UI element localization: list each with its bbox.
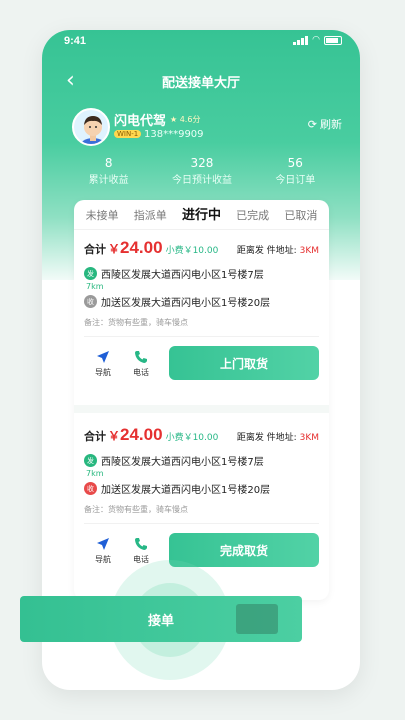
tab-cancelled[interactable]: 已取消 — [284, 207, 317, 229]
refresh-icon: ⟳ — [307, 117, 317, 131]
navigate-label: 导航 — [95, 554, 111, 564]
stat-value: 8 — [104, 156, 113, 170]
call-button[interactable]: 电话 — [122, 349, 160, 378]
user-rating: ★ 4.6分 — [170, 115, 201, 124]
route-km: 7km — [86, 282, 104, 291]
page-title: 配送接单大厅 — [161, 76, 240, 91]
battery-icon — [324, 36, 342, 45]
order-card: 合计 ￥ 24.00 小费￥10.00 距离发 件地址: 3KM 发 西陵区发展… — [74, 405, 329, 578]
order-price-row: 合计 ￥ 24.00 小费￥10.00 距离发 件地址: 3KM — [84, 425, 319, 445]
order-note: 备注：货物有些重，骑车慢点 — [84, 504, 319, 524]
stat-label: 今日订单 — [275, 175, 316, 186]
refresh-button[interactable]: ⟳ 刷新 — [308, 116, 342, 132]
dropoff-tag-icon: 收 — [84, 482, 97, 495]
order-tabs: 未接单 指派单 进行中 已完成 已取消 — [74, 200, 329, 230]
distance-label: 距离发 件地址: — [236, 433, 297, 443]
status-bar: 9:41 ◠ — [42, 30, 360, 52]
tab-unaccepted[interactable]: 未接单 — [86, 207, 119, 229]
navigate-button[interactable]: 导航 — [84, 536, 122, 565]
order-tip: 小费￥10.00 — [165, 246, 219, 256]
dropoff-address: 收 加送区发展大道西闪电小区1号楼20层 — [84, 481, 319, 496]
status-time: 9:41 — [64, 35, 87, 47]
order-amount: 24.00 — [120, 238, 163, 257]
refresh-label: 刷新 — [320, 118, 342, 131]
currency-symbol: ￥ — [108, 242, 121, 256]
user-phone: 138***9909 — [144, 129, 204, 140]
order-note: 备注：货物有些重，骑车慢点 — [84, 317, 319, 337]
total-label: 合计 — [84, 430, 106, 443]
distance-value: 3KM — [299, 433, 319, 443]
pickup-address: 发 西陵区发展大道西闪电小区1号楼7层 — [84, 453, 319, 468]
order-distance: 距离发 件地址: 3KM — [237, 430, 319, 443]
tab-assigned[interactable]: 指派单 — [134, 207, 167, 229]
pickup-goods-button[interactable]: 上门取货 — [169, 346, 319, 380]
dropoff-text: 加送区发展大道西闪电小区1号楼20层 — [101, 485, 271, 496]
call-label: 电话 — [133, 554, 149, 564]
navigation-arrow-icon — [84, 536, 122, 552]
pickup-text: 西陵区发展大道西闪电小区1号楼7层 — [101, 270, 264, 281]
complete-pickup-button[interactable]: 完成取货 — [169, 533, 319, 567]
order-tip: 小费￥10.00 — [165, 433, 219, 443]
status-icons: ◠ — [293, 36, 342, 45]
dropoff-address: 收 加送区发展大道西闪电小区1号楼20层 — [84, 294, 319, 309]
call-button[interactable]: 电话 — [122, 536, 160, 565]
pickup-tag-icon: 发 — [84, 454, 97, 467]
navigate-label: 导航 — [95, 367, 111, 377]
user-name: 闪电代驾 — [114, 114, 167, 129]
signal-icon — [293, 36, 309, 45]
accept-order-label: 接单 — [147, 613, 174, 629]
order-price-row: 合计 ￥ 24.00 小费￥10.00 距离发 件地址: 3KM — [84, 238, 319, 258]
order-card: 合计 ￥ 24.00 小费￥10.00 距离发 件地址: 3KM 发 西陵区发展… — [74, 230, 329, 391]
tab-in-progress[interactable]: 进行中 — [182, 204, 221, 229]
pickup-text: 西陵区发展大道西闪电小区1号楼7层 — [101, 457, 264, 468]
order-actions: 导航 电话 上门取货 — [84, 345, 319, 381]
total-label: 合计 — [84, 243, 106, 256]
nav-header: ‹ 配送接单大厅 — [42, 66, 360, 94]
decorative-block — [236, 604, 278, 634]
vip-badge: WIN-1 — [114, 130, 142, 138]
dropoff-tag-icon: 收 — [84, 295, 97, 308]
stat-today-orders: 56 今日订单 — [249, 156, 342, 186]
stat-value: 328 — [190, 156, 214, 170]
order-amount: 24.00 — [120, 425, 163, 444]
navigate-button[interactable]: 导航 — [84, 349, 122, 378]
currency-symbol: ￥ — [108, 429, 121, 443]
route-km: 7km — [86, 469, 104, 478]
call-label: 电话 — [133, 367, 149, 377]
stat-total-income: 8 累计收益 — [62, 156, 155, 186]
phone-icon — [122, 349, 160, 365]
stat-today-expected: 328 今日预计收益 — [155, 156, 248, 186]
stat-value: 56 — [287, 156, 303, 170]
avatar — [72, 108, 110, 146]
wifi-icon: ◠ — [312, 35, 320, 45]
pickup-address: 发 西陵区发展大道西闪电小区1号楼7层 — [84, 266, 319, 281]
stat-label: 今日预计收益 — [171, 175, 232, 186]
stat-label: 累计收益 — [88, 175, 129, 186]
profile-row: 闪电代驾 ★ 4.6分 WIN-1 138***9909 ⟳ 刷新 — [72, 108, 342, 152]
distance-label: 距离发 件地址: — [236, 246, 297, 256]
dropoff-text: 加送区发展大道西闪电小区1号楼20层 — [101, 298, 271, 309]
order-actions: 导航 电话 完成取货 — [84, 532, 319, 568]
tab-completed[interactable]: 已完成 — [236, 207, 269, 229]
orders-panel: 未接单 指派单 进行中 已完成 已取消 合计 ￥ 24.00 小费￥10.00 … — [74, 200, 329, 600]
phone-icon — [122, 536, 160, 552]
distance-value: 3KM — [299, 246, 319, 256]
pickup-tag-icon: 发 — [84, 267, 97, 280]
order-distance: 距离发 件地址: 3KM — [237, 243, 319, 256]
stats-row: 8 累计收益 328 今日预计收益 56 今日订单 — [62, 156, 342, 186]
navigation-arrow-icon — [84, 349, 122, 365]
